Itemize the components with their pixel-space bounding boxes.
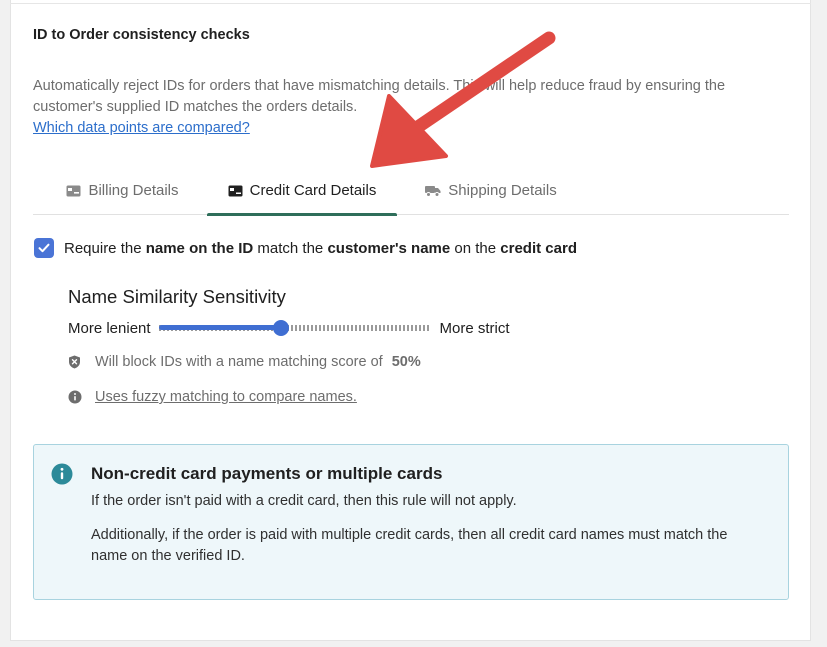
slider-fill [158,325,281,330]
tab-shipping-details[interactable]: Shipping Details [411,166,571,215]
card-top-divider [10,0,811,4]
tab-billing-details[interactable]: Billing Details [51,166,194,215]
compared-data-points-link[interactable]: Which data points are compared? [33,120,250,136]
fuzzy-matching-link[interactable]: Uses fuzzy matching to compare names. [95,389,357,405]
shield-x-icon [68,355,82,369]
sensitivity-slider-row: More lenient More strict [68,318,510,338]
info-banner: Non-credit card payments or multiple car… [33,444,789,600]
slider-max-label: More strict [439,319,510,337]
banner-text: If the order isn't paid with a credit ca… [91,493,517,509]
credit-card-icon [228,185,243,197]
block-score-text: Will block IDs with a name matching scor… [95,354,383,370]
banner-text-additional: Additionally, if the order is paid with … [91,527,728,564]
slider-min-label: More lenient [68,319,151,337]
tab-bar: Billing Details Credit Card Details Ship… [33,166,789,216]
tab-label: Billing Details [88,182,179,199]
name-match-checkbox[interactable] [34,238,54,258]
block-score-value: 50% [391,354,421,370]
slider-thumb[interactable] [272,320,289,336]
fuzzy-matching-info: Uses fuzzy matching to compare names. [68,389,357,405]
info-icon [68,390,82,404]
rule-label: Require the name on the ID match the cus… [64,239,577,257]
tab-label: Shipping Details [448,182,557,199]
block-score-info: Will block IDs with a name matching scor… [68,354,421,370]
sensitivity-title: Name Similarity Sensitivity [68,286,286,307]
checkmark-icon [38,243,50,253]
section-description: Automatically reject IDs for orders that… [33,78,726,115]
banner-title: Non-credit card payments or multiple car… [91,464,443,483]
info-circle-icon [51,463,73,485]
tab-credit-card-details[interactable]: Credit Card Details [207,166,397,216]
truck-icon [425,185,441,197]
section-title: ID to Order consistency checks [33,27,250,43]
tab-label: Credit Card Details [249,182,377,199]
billing-card-icon [66,185,81,197]
sensitivity-slider[interactable] [158,318,431,338]
name-match-rule: Require the name on the ID match the cus… [34,238,577,258]
